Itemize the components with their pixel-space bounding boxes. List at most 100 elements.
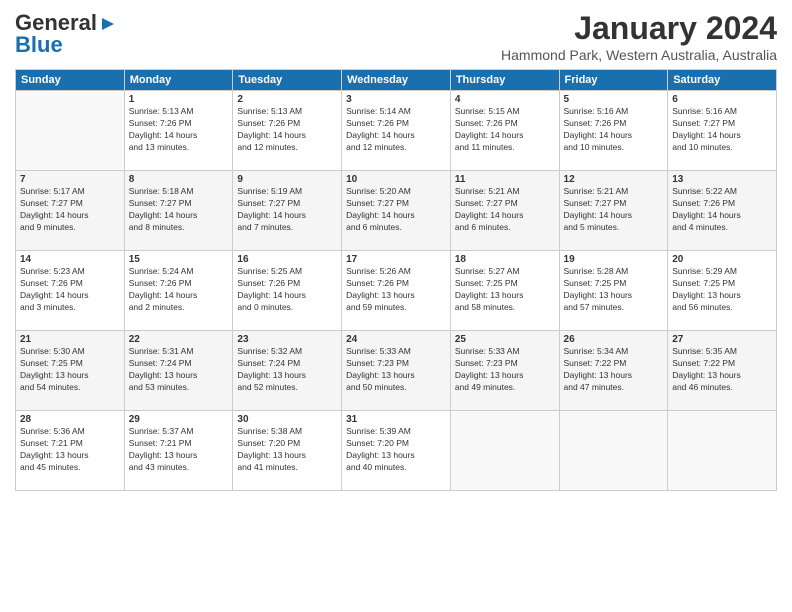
week-row-2: 14Sunrise: 5:23 AM Sunset: 7:26 PM Dayli… — [16, 251, 777, 331]
cell-content: Sunrise: 5:25 AM Sunset: 7:26 PM Dayligh… — [237, 266, 337, 314]
calendar-cell: 3Sunrise: 5:14 AM Sunset: 7:26 PM Daylig… — [342, 91, 451, 171]
col-header-thursday: Thursday — [450, 70, 559, 91]
calendar-cell: 23Sunrise: 5:32 AM Sunset: 7:24 PM Dayli… — [233, 331, 342, 411]
calendar-cell: 7Sunrise: 5:17 AM Sunset: 7:27 PM Daylig… — [16, 171, 125, 251]
calendar-cell: 31Sunrise: 5:39 AM Sunset: 7:20 PM Dayli… — [342, 411, 451, 491]
cell-content: Sunrise: 5:33 AM Sunset: 7:23 PM Dayligh… — [455, 346, 555, 394]
cell-content: Sunrise: 5:37 AM Sunset: 7:21 PM Dayligh… — [129, 426, 229, 474]
cell-content: Sunrise: 5:31 AM Sunset: 7:24 PM Dayligh… — [129, 346, 229, 394]
calendar-cell: 27Sunrise: 5:35 AM Sunset: 7:22 PM Dayli… — [668, 331, 777, 411]
day-number: 8 — [129, 174, 229, 185]
calendar-cell — [450, 411, 559, 491]
day-number: 21 — [20, 334, 120, 345]
day-number: 17 — [346, 254, 446, 265]
calendar-cell — [668, 411, 777, 491]
calendar-cell: 28Sunrise: 5:36 AM Sunset: 7:21 PM Dayli… — [16, 411, 125, 491]
page: General Blue January 2024 Hammond Park, … — [0, 0, 792, 612]
day-number: 5 — [564, 94, 664, 105]
day-number: 18 — [455, 254, 555, 265]
day-number: 24 — [346, 334, 446, 345]
day-number: 31 — [346, 414, 446, 425]
calendar-cell: 21Sunrise: 5:30 AM Sunset: 7:25 PM Dayli… — [16, 331, 125, 411]
cell-content: Sunrise: 5:27 AM Sunset: 7:25 PM Dayligh… — [455, 266, 555, 314]
day-number: 3 — [346, 94, 446, 105]
col-header-friday: Friday — [559, 70, 668, 91]
col-header-sunday: Sunday — [16, 70, 125, 91]
cell-content: Sunrise: 5:17 AM Sunset: 7:27 PM Dayligh… — [20, 186, 120, 234]
day-number: 4 — [455, 94, 555, 105]
day-number: 10 — [346, 174, 446, 185]
cell-content: Sunrise: 5:21 AM Sunset: 7:27 PM Dayligh… — [455, 186, 555, 234]
cell-content: Sunrise: 5:19 AM Sunset: 7:27 PM Dayligh… — [237, 186, 337, 234]
day-number: 6 — [672, 94, 772, 105]
calendar-cell: 29Sunrise: 5:37 AM Sunset: 7:21 PM Dayli… — [124, 411, 233, 491]
calendar-cell: 8Sunrise: 5:18 AM Sunset: 7:27 PM Daylig… — [124, 171, 233, 251]
calendar-cell: 13Sunrise: 5:22 AM Sunset: 7:26 PM Dayli… — [668, 171, 777, 251]
cell-content: Sunrise: 5:34 AM Sunset: 7:22 PM Dayligh… — [564, 346, 664, 394]
cell-content: Sunrise: 5:28 AM Sunset: 7:25 PM Dayligh… — [564, 266, 664, 314]
calendar-cell — [16, 91, 125, 171]
cell-content: Sunrise: 5:16 AM Sunset: 7:27 PM Dayligh… — [672, 106, 772, 154]
calendar-cell: 14Sunrise: 5:23 AM Sunset: 7:26 PM Dayli… — [16, 251, 125, 331]
cell-content: Sunrise: 5:35 AM Sunset: 7:22 PM Dayligh… — [672, 346, 772, 394]
subtitle: Hammond Park, Western Australia, Austral… — [501, 47, 777, 63]
day-number: 11 — [455, 174, 555, 185]
day-number: 14 — [20, 254, 120, 265]
calendar-cell: 2Sunrise: 5:13 AM Sunset: 7:26 PM Daylig… — [233, 91, 342, 171]
calendar-cell: 25Sunrise: 5:33 AM Sunset: 7:23 PM Dayli… — [450, 331, 559, 411]
calendar-cell: 1Sunrise: 5:13 AM Sunset: 7:26 PM Daylig… — [124, 91, 233, 171]
col-header-saturday: Saturday — [668, 70, 777, 91]
calendar-cell: 12Sunrise: 5:21 AM Sunset: 7:27 PM Dayli… — [559, 171, 668, 251]
day-number: 9 — [237, 174, 337, 185]
day-number: 7 — [20, 174, 120, 185]
calendar-cell: 9Sunrise: 5:19 AM Sunset: 7:27 PM Daylig… — [233, 171, 342, 251]
calendar-cell: 4Sunrise: 5:15 AM Sunset: 7:26 PM Daylig… — [450, 91, 559, 171]
calendar-cell: 26Sunrise: 5:34 AM Sunset: 7:22 PM Dayli… — [559, 331, 668, 411]
calendar-cell: 16Sunrise: 5:25 AM Sunset: 7:26 PM Dayli… — [233, 251, 342, 331]
calendar-cell: 6Sunrise: 5:16 AM Sunset: 7:27 PM Daylig… — [668, 91, 777, 171]
calendar-cell: 24Sunrise: 5:33 AM Sunset: 7:23 PM Dayli… — [342, 331, 451, 411]
day-number: 2 — [237, 94, 337, 105]
cell-content: Sunrise: 5:20 AM Sunset: 7:27 PM Dayligh… — [346, 186, 446, 234]
day-number: 22 — [129, 334, 229, 345]
cell-content: Sunrise: 5:18 AM Sunset: 7:27 PM Dayligh… — [129, 186, 229, 234]
cell-content: Sunrise: 5:36 AM Sunset: 7:21 PM Dayligh… — [20, 426, 120, 474]
calendar-cell: 5Sunrise: 5:16 AM Sunset: 7:26 PM Daylig… — [559, 91, 668, 171]
col-header-tuesday: Tuesday — [233, 70, 342, 91]
day-number: 23 — [237, 334, 337, 345]
week-row-1: 7Sunrise: 5:17 AM Sunset: 7:27 PM Daylig… — [16, 171, 777, 251]
day-number: 25 — [455, 334, 555, 345]
cell-content: Sunrise: 5:13 AM Sunset: 7:26 PM Dayligh… — [129, 106, 229, 154]
cell-content: Sunrise: 5:30 AM Sunset: 7:25 PM Dayligh… — [20, 346, 120, 394]
cell-content: Sunrise: 5:33 AM Sunset: 7:23 PM Dayligh… — [346, 346, 446, 394]
day-number: 26 — [564, 334, 664, 345]
logo: General Blue — [15, 10, 116, 58]
header: General Blue January 2024 Hammond Park, … — [15, 10, 777, 63]
day-number: 19 — [564, 254, 664, 265]
cell-content: Sunrise: 5:15 AM Sunset: 7:26 PM Dayligh… — [455, 106, 555, 154]
calendar-cell: 19Sunrise: 5:28 AM Sunset: 7:25 PM Dayli… — [559, 251, 668, 331]
calendar-cell: 22Sunrise: 5:31 AM Sunset: 7:24 PM Dayli… — [124, 331, 233, 411]
calendar-cell: 30Sunrise: 5:38 AM Sunset: 7:20 PM Dayli… — [233, 411, 342, 491]
week-row-0: 1Sunrise: 5:13 AM Sunset: 7:26 PM Daylig… — [16, 91, 777, 171]
cell-content: Sunrise: 5:14 AM Sunset: 7:26 PM Dayligh… — [346, 106, 446, 154]
calendar-table: SundayMondayTuesdayWednesdayThursdayFrid… — [15, 69, 777, 491]
day-number: 13 — [672, 174, 772, 185]
calendar-cell: 10Sunrise: 5:20 AM Sunset: 7:27 PM Dayli… — [342, 171, 451, 251]
cell-content: Sunrise: 5:39 AM Sunset: 7:20 PM Dayligh… — [346, 426, 446, 474]
day-number: 28 — [20, 414, 120, 425]
day-number: 29 — [129, 414, 229, 425]
cell-content: Sunrise: 5:13 AM Sunset: 7:26 PM Dayligh… — [237, 106, 337, 154]
day-number: 27 — [672, 334, 772, 345]
calendar-cell: 18Sunrise: 5:27 AM Sunset: 7:25 PM Dayli… — [450, 251, 559, 331]
day-number: 12 — [564, 174, 664, 185]
cell-content: Sunrise: 5:23 AM Sunset: 7:26 PM Dayligh… — [20, 266, 120, 314]
calendar-cell — [559, 411, 668, 491]
day-number: 20 — [672, 254, 772, 265]
cell-content: Sunrise: 5:29 AM Sunset: 7:25 PM Dayligh… — [672, 266, 772, 314]
month-title: January 2024 — [501, 10, 777, 47]
week-row-3: 21Sunrise: 5:30 AM Sunset: 7:25 PM Dayli… — [16, 331, 777, 411]
calendar-cell: 15Sunrise: 5:24 AM Sunset: 7:26 PM Dayli… — [124, 251, 233, 331]
day-number: 16 — [237, 254, 337, 265]
week-row-4: 28Sunrise: 5:36 AM Sunset: 7:21 PM Dayli… — [16, 411, 777, 491]
